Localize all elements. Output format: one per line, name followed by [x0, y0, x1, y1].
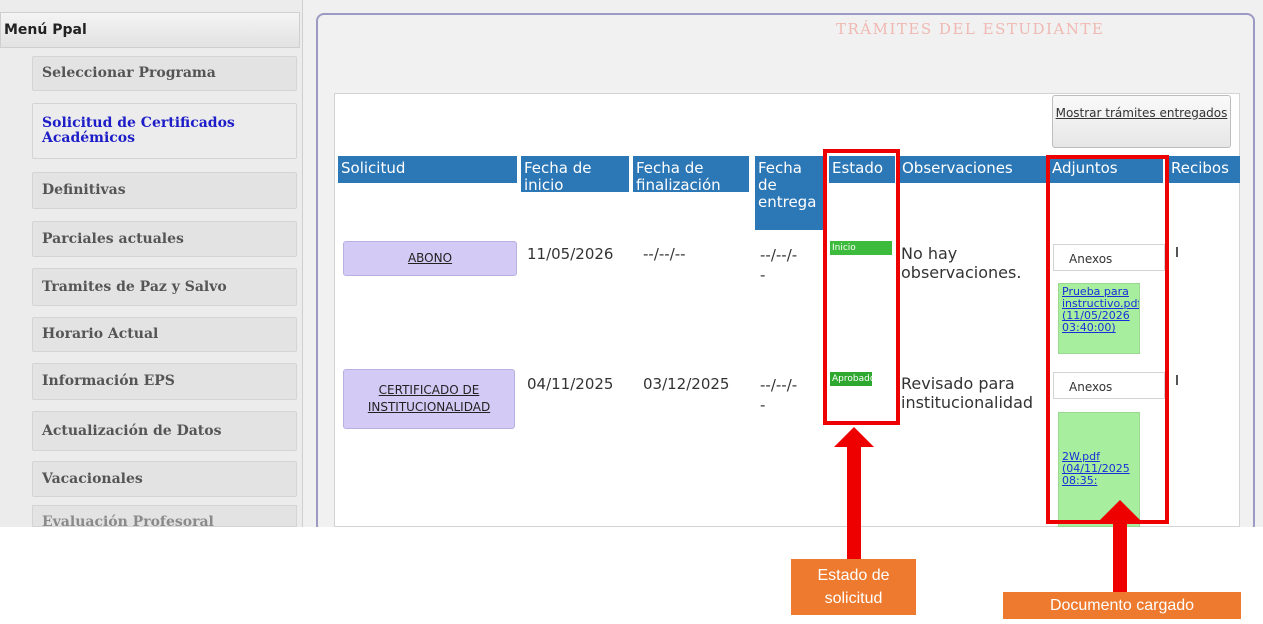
solicitud-abono-button[interactable]: ABONO [343, 241, 517, 276]
row2-observaciones: Revisado para institucionalidad [901, 374, 1034, 412]
sidebar-item-horario-actual[interactable]: Horario Actual [32, 317, 297, 352]
adjuntos-arrow-head [1100, 500, 1140, 520]
row1-recibo-mark [1176, 247, 1178, 257]
page-title: TRÁMITES DEL ESTUDIANTE [836, 20, 1105, 38]
show-delivered-button[interactable]: Mostrar trámites entregados [1052, 95, 1231, 148]
sidebar-item-definitivas[interactable]: Definitivas [32, 172, 297, 209]
sidebar-item-actualizacion-datos[interactable]: Actualización de Datos [32, 411, 297, 451]
sidebar-item-vacacionales[interactable]: Vacacionales [32, 461, 297, 497]
estado-highlight-box [823, 149, 900, 425]
sidebar-item-solicitud-certificados[interactable]: Solicitud de Certificados Académicos [32, 103, 297, 159]
estado-arrow-shaft [847, 446, 861, 559]
adjuntos-arrow-shaft [1113, 519, 1127, 592]
header-observaciones: Observaciones [899, 156, 1046, 183]
row2-fecha-entrega: --/--/- - [760, 376, 798, 414]
row1-fecha-fin: --/--/-- [643, 245, 686, 263]
row1-observaciones: No hay observaciones. [901, 244, 1022, 282]
sidebar-item-evaluacion-profesoral[interactable]: Evaluación Profesoral [32, 505, 297, 527]
sidebar-item-informacion-eps[interactable]: Información EPS [32, 363, 297, 400]
sidebar-header: Menú Ppal [0, 12, 300, 48]
solicitud-certificado-button[interactable]: CERTIFICADO DE INSTITUCIONALIDAD [343, 369, 515, 429]
adjuntos-highlight-box [1046, 155, 1169, 524]
header-fecha-fin: Fecha de finalización [633, 156, 749, 192]
sidebar-item-tramites-paz-salvo[interactable]: Tramites de Paz y Salvo [32, 268, 297, 306]
sidebar-item-parciales-actuales[interactable]: Parciales actuales [32, 221, 297, 257]
estado-arrow-head [834, 427, 874, 447]
row1-fecha-inicio: 11/05/2026 [527, 245, 614, 263]
adjuntos-callout: Documento cargado [1003, 592, 1241, 619]
header-fecha-inicio: Fecha de inicio [521, 156, 629, 192]
header-fecha-entrega: Fecha de entrega [755, 156, 823, 230]
estado-callout: Estado de solicitud [791, 559, 916, 615]
sidebar: Menú Ppal Seleccionar Programa Solicitud… [0, 0, 303, 527]
row1-fecha-entrega: --/--/- - [760, 246, 798, 284]
header-solicitud: Solicitud [338, 156, 517, 183]
row2-recibo-mark [1176, 375, 1178, 385]
header-recibos: Recibos [1168, 156, 1240, 183]
row2-fecha-fin: 03/12/2025 [643, 375, 730, 393]
row2-fecha-inicio: 04/11/2025 [527, 375, 614, 393]
sidebar-item-seleccionar-programa[interactable]: Seleccionar Programa [32, 56, 297, 91]
